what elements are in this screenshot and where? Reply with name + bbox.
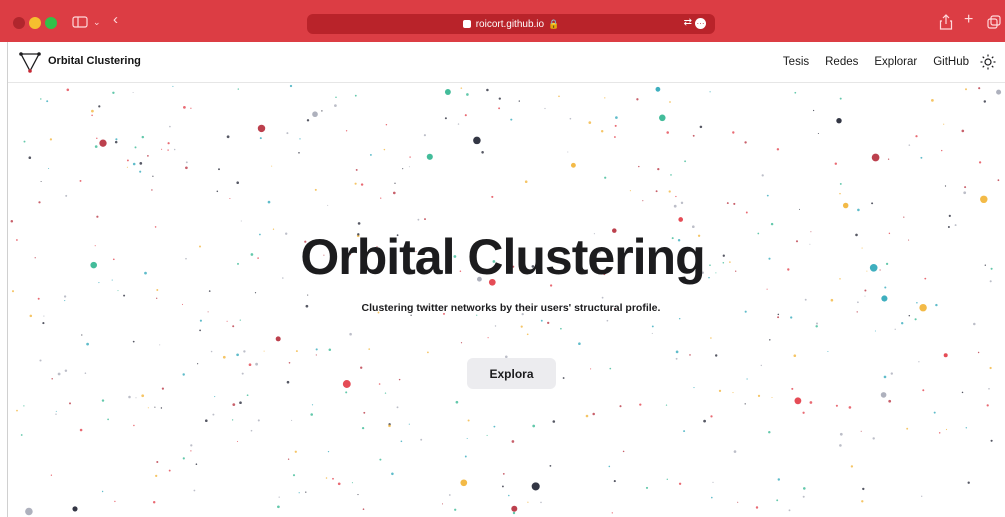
- back-arrow-icon[interactable]: ‹: [113, 12, 118, 27]
- address-bar[interactable]: roicort.github.io 🔒 ⇄ ···: [307, 14, 715, 34]
- nav-links: Tesis Redes Explorar GitHub: [767, 54, 996, 70]
- nav-link-redes[interactable]: Redes: [825, 56, 858, 68]
- zoom-window-button[interactable]: [45, 17, 57, 29]
- close-window-button[interactable]: [13, 17, 25, 29]
- minimize-window-button[interactable]: [29, 17, 41, 29]
- tab-overview-icon[interactable]: [987, 15, 1001, 29]
- browser-titlebar: ⌄ ‹ roicort.github.io 🔒 ⇄ ··· +: [0, 0, 1005, 42]
- explora-button[interactable]: Explora: [467, 358, 556, 389]
- logo-icon[interactable]: [19, 51, 41, 73]
- share-icon[interactable]: [939, 14, 953, 30]
- translate-icon[interactable]: ⇄: [684, 17, 692, 28]
- lock-icon: 🔒: [548, 19, 560, 29]
- more-options-icon[interactable]: ···: [695, 18, 706, 29]
- new-tab-icon[interactable]: +: [964, 12, 973, 28]
- sun-icon[interactable]: [980, 54, 996, 70]
- site-navbar: Orbital Clustering Tesis Redes Explorar …: [8, 42, 1005, 83]
- chevron-down-icon[interactable]: ⌄: [93, 15, 101, 29]
- nav-link-github[interactable]: GitHub: [933, 56, 969, 68]
- hero-title: Orbital Clustering: [300, 229, 705, 285]
- hero-subtitle: Clustering twitter networks by their use…: [361, 302, 661, 314]
- url-text: roicort.github.io: [475, 19, 545, 30]
- brand-name[interactable]: Orbital Clustering: [48, 55, 141, 67]
- site-favicon-icon: [462, 20, 471, 28]
- nav-link-explorar[interactable]: Explorar: [874, 56, 917, 68]
- nav-link-tesis[interactable]: Tesis: [783, 56, 809, 68]
- sidebar-toggle-icon[interactable]: [72, 15, 88, 29]
